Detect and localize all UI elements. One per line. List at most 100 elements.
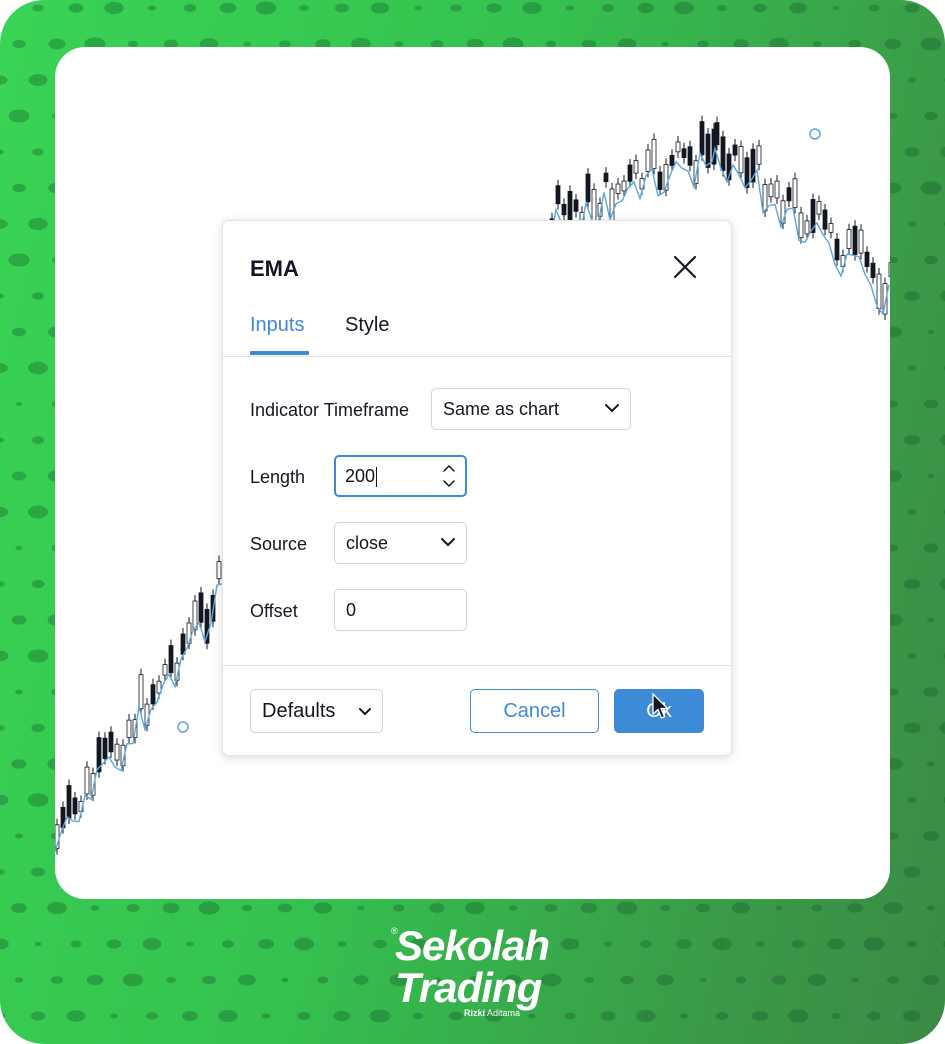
pattern-dot	[66, 1010, 86, 1022]
candle-body	[762, 184, 768, 212]
candle-body	[102, 737, 108, 760]
pattern-dot	[656, 974, 674, 986]
pattern-dot	[0, 581, 5, 587]
pattern-dot	[186, 941, 194, 947]
pattern-dot	[923, 687, 939, 697]
dialog-title: EMA	[250, 256, 299, 281]
spinner-icon[interactable]	[442, 461, 456, 491]
candle-body	[633, 160, 639, 174]
pattern-dot	[12, 183, 26, 193]
pattern-dot	[775, 905, 783, 911]
pattern-dot	[927, 473, 935, 479]
pattern-dot	[255, 1, 277, 15]
pattern-dot	[277, 903, 293, 913]
chevron-down-icon	[359, 708, 371, 716]
candle-body	[627, 164, 633, 182]
cancel-button[interactable]: Cancel	[470, 689, 599, 733]
pattern-dot	[604, 941, 612, 947]
pattern-dot	[27, 649, 49, 663]
pattern-dot	[584, 977, 594, 983]
close-icon[interactable]	[669, 251, 701, 283]
pattern-dot	[222, 940, 234, 948]
candle-body	[786, 187, 792, 202]
pattern-dot	[904, 147, 920, 157]
candle-body	[66, 785, 72, 819]
candle-body	[555, 185, 561, 205]
pattern-dot	[673, 1, 695, 15]
pattern-dot	[0, 794, 9, 806]
candle-body	[705, 133, 711, 168]
candle-body	[864, 251, 870, 268]
timeframe-select[interactable]: Same as chart	[431, 388, 631, 430]
pattern-dot	[544, 904, 558, 912]
candle-body	[108, 731, 114, 753]
pattern-dot	[0, 868, 5, 876]
pattern-dot	[11, 759, 27, 769]
pattern-dot	[261, 1013, 271, 1019]
pattern-dot	[731, 902, 751, 914]
pattern-dot	[146, 1012, 158, 1020]
pattern-dot	[927, 329, 935, 335]
pattern-dot	[31, 867, 45, 877]
pattern-dot	[508, 905, 518, 911]
pattern-dot	[939, 434, 945, 446]
pattern-dot	[106, 939, 122, 949]
pattern-dot	[827, 938, 845, 950]
candle-body	[591, 189, 597, 223]
candle-body	[687, 146, 693, 166]
tab-style[interactable]: Style	[345, 314, 389, 337]
pattern-dot	[0, 650, 9, 662]
candle-body	[822, 209, 828, 230]
candle-body	[198, 592, 204, 623]
candle-body	[804, 220, 810, 235]
pattern-dot	[847, 903, 863, 913]
pattern-dot	[715, 1012, 729, 1020]
tab-inputs[interactable]: Inputs	[250, 314, 304, 337]
length-value: 200	[345, 466, 376, 486]
pattern-dot	[414, 5, 422, 11]
candle-body	[150, 684, 156, 705]
pattern-dot	[940, 146, 945, 158]
ema-marker	[177, 721, 189, 733]
pattern-dot	[868, 4, 880, 12]
candle-body	[669, 154, 675, 166]
pattern-dot	[565, 5, 575, 11]
pattern-dot	[183, 4, 197, 12]
pattern-dot	[8, 253, 30, 267]
pattern-dot	[907, 509, 917, 515]
pattern-dot	[522, 2, 542, 14]
candle-body	[852, 225, 858, 255]
pattern-dot	[31, 579, 45, 589]
pattern-dot	[903, 578, 921, 590]
pattern-dot	[15, 689, 23, 695]
pattern-dot	[924, 255, 938, 265]
offset-input[interactable]: 0	[334, 589, 467, 631]
defaults-label: Defaults	[262, 700, 336, 722]
pattern-dot	[601, 4, 615, 12]
candle-body	[657, 171, 663, 190]
source-select[interactable]: close	[334, 522, 467, 564]
pattern-dot	[15, 545, 23, 551]
pattern-dot	[393, 904, 405, 912]
pattern-dot	[564, 1012, 576, 1020]
source-label: Source	[250, 534, 308, 554]
pattern-dot	[616, 901, 638, 915]
pattern-dot	[32, 4, 44, 12]
candle-body	[774, 180, 780, 199]
length-input[interactable]: 200	[334, 455, 467, 497]
candle-body	[162, 664, 168, 676]
pattern-dot	[12, 39, 26, 49]
candle-body	[675, 141, 681, 153]
pattern-dot	[70, 940, 82, 948]
pattern-dot	[927, 617, 935, 623]
brand-line2: Trading	[395, 964, 542, 1011]
pattern-dot	[580, 902, 598, 914]
pattern-dot	[696, 903, 710, 913]
defaults-button[interactable]: Defaults	[250, 689, 383, 733]
candle-body	[681, 148, 687, 158]
pattern-dot	[0, 5, 4, 11]
timeframe-value: Same as chart	[443, 399, 560, 419]
pattern-dot	[863, 937, 885, 951]
pattern-dot	[904, 3, 920, 13]
background-frame: EMA Inputs Style Indicator Timeframe Sam…	[0, 0, 945, 1044]
